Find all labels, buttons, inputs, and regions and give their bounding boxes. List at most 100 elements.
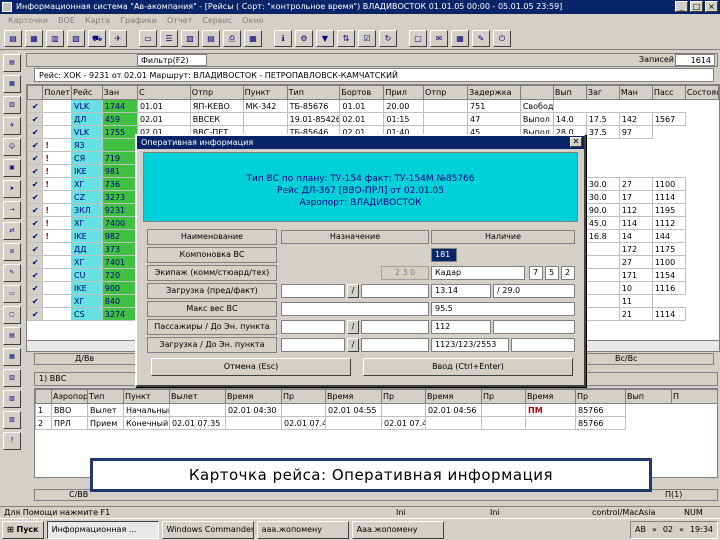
loadpoint-fact-field-2[interactable] xyxy=(511,338,575,352)
column-header[interactable]: Время xyxy=(525,389,576,404)
help-small-icon[interactable]: ? xyxy=(3,432,21,450)
new-icon[interactable]: ▤ xyxy=(4,30,22,47)
info-icon[interactable]: ℹ xyxy=(274,30,292,47)
crew-fact-field-3[interactable]: 5 xyxy=(545,266,559,280)
crew-fact-field-4[interactable]: 2 xyxy=(561,266,575,280)
column-header[interactable]: Отпр xyxy=(189,85,244,100)
doc-small-icon[interactable]: ▤ xyxy=(3,327,21,345)
doc-icon[interactable]: ▭ xyxy=(139,30,157,47)
column-header[interactable]: Пункт xyxy=(242,85,288,100)
column-header[interactable] xyxy=(519,85,554,100)
column-header[interactable]: Пасс xyxy=(651,85,686,100)
menu-item-map[interactable]: Карта xyxy=(85,14,110,28)
arrow-icon[interactable]: → xyxy=(3,201,21,219)
filter-button[interactable]: Фильтр(F2) xyxy=(137,54,207,66)
column-header[interactable]: Аэропорт xyxy=(51,389,88,404)
sort-icon[interactable]: ⇅ xyxy=(337,30,355,47)
notes-icon[interactable]: ✎ xyxy=(472,30,490,47)
column-header[interactable] xyxy=(35,389,52,404)
column-header[interactable]: Рейс xyxy=(70,85,103,100)
column-header[interactable]: Полет xyxy=(42,85,72,100)
grid-icon[interactable]: ▧ xyxy=(67,30,85,47)
column-header[interactable]: П xyxy=(671,389,717,404)
print-icon[interactable]: ⎙ xyxy=(223,30,241,47)
loadpoint-plan-field[interactable] xyxy=(281,338,345,352)
calc-icon[interactable]: ▦ xyxy=(244,30,262,47)
grid-view-icon[interactable]: ▦ xyxy=(3,75,21,93)
crew-fact-field[interactable]: Кадар xyxy=(431,266,525,280)
column-header[interactable]: Тип xyxy=(87,389,124,404)
column-header[interactable]: Время xyxy=(225,389,282,404)
table-small-icon[interactable]: ▦ xyxy=(3,348,21,366)
column-header[interactable]: С xyxy=(136,85,191,100)
table-icon[interactable]: ▥ xyxy=(46,30,64,47)
column-header[interactable]: Пр xyxy=(481,389,526,404)
check-icon[interactable]: ☑ xyxy=(358,30,376,47)
passengers-fact-field[interactable]: 112 xyxy=(431,320,491,334)
cancel-button[interactable]: Отмена (Esc) xyxy=(151,358,351,376)
chart-icon[interactable]: ▨ xyxy=(181,30,199,47)
menu-item-voe[interactable]: ВОЕ xyxy=(58,14,75,28)
load-plan-field[interactable] xyxy=(281,284,345,298)
loadpoint-plan-field-2[interactable] xyxy=(361,338,429,352)
mail-icon[interactable]: ✉ xyxy=(430,30,448,47)
open-icon[interactable]: ▦ xyxy=(25,30,43,47)
task-windows-commander[interactable]: Windows Commander... xyxy=(161,520,254,539)
column-header[interactable]: Отпр xyxy=(423,85,469,100)
close-button[interactable]: × xyxy=(705,1,718,12)
loadpoint-fact-field[interactable]: 1123/123/2553 xyxy=(431,338,509,352)
task-info-system[interactable]: Информационная ... xyxy=(46,520,159,539)
maximize-button[interactable]: □ xyxy=(690,1,703,12)
task-app-2[interactable]: Ааа.жопомену xyxy=(351,520,444,539)
table-row[interactable]: 2ПРЛПриемКонечный02.01 07.35 02.01 07.41 0… xyxy=(35,416,718,430)
maxweight-fact-field[interactable]: 95.5 xyxy=(431,302,575,316)
table-row[interactable]: ✔ VLK 1744 01.01 ЯП-КЕВО МК-342 ТБ-85676 01.01 2… xyxy=(27,99,719,113)
truck-icon[interactable]: ⛟ xyxy=(88,30,106,47)
column-header[interactable]: Прил xyxy=(383,85,425,100)
dialog-close-icon[interactable]: ✕ xyxy=(570,137,582,147)
refresh-icon[interactable]: ↻ xyxy=(379,30,397,47)
tray-arrow-2[interactable]: « xyxy=(679,522,684,538)
list-view-icon[interactable]: ▤ xyxy=(3,54,21,72)
cargo-icon[interactable]: ▣ xyxy=(3,159,21,177)
forbid-icon[interactable]: ⊘ xyxy=(3,243,21,261)
plane-icon[interactable]: ✈ xyxy=(109,30,127,47)
column-header[interactable]: Вылет xyxy=(169,389,226,404)
window-icon[interactable]: ▢ xyxy=(409,30,427,47)
load-plan-field-2[interactable] xyxy=(361,284,429,298)
layout-fact-field[interactable]: 181 xyxy=(431,248,457,262)
column-header[interactable]: Бортов xyxy=(339,85,385,100)
minimize-button[interactable]: _ xyxy=(675,1,688,12)
report-small-icon[interactable]: ▨ xyxy=(3,411,21,429)
task-app-1[interactable]: ааа.жопомену xyxy=(256,520,349,539)
column-header[interactable]: Пр xyxy=(281,389,326,404)
note-icon[interactable]: ▥ xyxy=(3,369,21,387)
load-fact-field-2[interactable]: / 29.0 xyxy=(493,284,575,298)
crew-icon[interactable]: ☺ xyxy=(3,138,21,156)
stack-icon[interactable]: ▧ xyxy=(3,390,21,408)
column-header[interactable]: Пр xyxy=(381,389,426,404)
table-row[interactable]: ✔ ДЛ 459 02.01 ВВСЕК 19.01-85426 02.01 01:15 47 В… xyxy=(27,112,719,126)
start-button[interactable]: ⊞ Пуск xyxy=(2,520,44,539)
box-icon[interactable]: ▢ xyxy=(3,306,21,324)
column-header[interactable]: Ман xyxy=(618,85,653,100)
menu-item-window[interactable]: Окно xyxy=(242,14,263,28)
menu-item-service[interactable]: Сервис xyxy=(202,14,232,28)
schedule-icon[interactable]: ▥ xyxy=(3,96,21,114)
column-header[interactable]: Зан xyxy=(101,85,138,100)
passengers-fact-field-2[interactable] xyxy=(493,320,575,334)
column-header[interactable]: Состояние xyxy=(684,85,719,100)
column-header[interactable]: Заг xyxy=(585,85,620,100)
filter-icon[interactable]: ▼ xyxy=(316,30,334,47)
settings-icon[interactable]: ⚙ xyxy=(295,30,313,47)
list-icon[interactable]: ☰ xyxy=(160,30,178,47)
crew-fact-field-2[interactable]: 7 xyxy=(529,266,543,280)
column-header[interactable]: Вып xyxy=(552,85,587,100)
column-header[interactable]: Время xyxy=(325,389,382,404)
menu-item-charts[interactable]: Графики xyxy=(120,14,157,28)
report-icon[interactable]: ▤ xyxy=(202,30,220,47)
column-header[interactable]: Пр xyxy=(575,389,626,404)
exit-icon[interactable]: ⏻ xyxy=(493,30,511,47)
column-header[interactable]: Время xyxy=(425,389,482,404)
passengers-plan-field-2[interactable] xyxy=(361,320,429,334)
